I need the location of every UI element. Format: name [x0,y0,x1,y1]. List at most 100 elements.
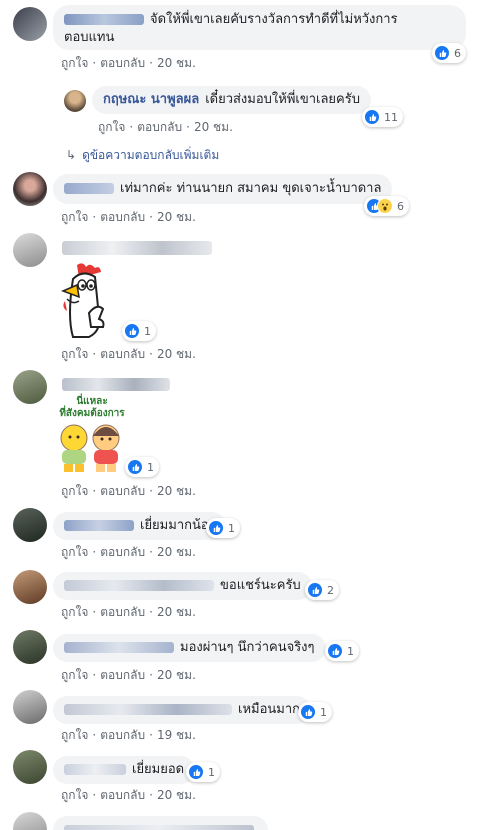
like-link[interactable]: ถูกใจ [61,605,88,619]
comment-actions: ถูกใจ · ตอบกลับ · 20 ชม. [61,668,196,682]
blurred-author-name[interactable] [64,520,134,531]
like-reaction-icon [124,323,140,339]
like-link[interactable]: ถูกใจ [61,210,88,224]
blurred-author-name[interactable] [64,704,232,715]
like-reaction-icon [307,582,323,598]
reaction-count-text: 11 [384,110,398,124]
reaction-count[interactable]: 2 [305,580,339,600]
comment-actions: ถูกใจ · ตอบกลับ · 20 ชม. [61,605,196,619]
reply-link[interactable]: ตอบกลับ [100,728,145,742]
reaction-count-text: 1 [228,521,235,535]
blurred-author-name[interactable] [64,580,214,591]
blurred-author-name[interactable] [64,825,254,830]
comment-actions: ถูกใจ · ตอบกลับ · 20 ชม. [61,210,196,224]
like-link[interactable]: ถูกใจ [61,56,88,70]
reply-link[interactable]: ตอบกลับ [100,788,145,802]
like-link[interactable]: ถูกใจ [61,668,88,682]
comment-text: เท่มากค่ะ ท่านนายก สมาคม ขุดเจาะน้ำบาดาล [120,181,382,196]
reaction-count[interactable]: 6 [432,43,466,63]
comment-bubble: เยี่ยมมากน้อง [53,512,227,540]
like-reaction-icon [364,109,380,125]
comment-actions: ถูกใจ · ตอบกลับ · 19 ชม. [61,728,196,742]
avatar[interactable] [13,570,47,604]
avatar[interactable] [13,812,47,830]
comment-text: เยี่ยมยอด [132,762,185,777]
comment-actions: ถูกใจ · ตอบกลับ · 20 ชม. [61,56,196,70]
reaction-count[interactable]: 1 [325,641,359,661]
avatar[interactable] [13,630,47,664]
like-link[interactable]: ถูกใจ [61,347,88,361]
timestamp[interactable]: 20 ชม. [157,668,196,682]
timestamp[interactable]: 20 ชม. [157,484,196,498]
comment-actions: ถูกใจ · ตอบกลับ · 20 ชม. [61,484,196,498]
reaction-count[interactable]: 1 [122,321,156,341]
reaction-count[interactable]: 6 [364,196,409,216]
comment-bubble: ขอแชร์นะครับ [53,572,312,600]
like-reaction-icon [300,704,316,720]
timestamp[interactable]: 20 ชม. [157,210,196,224]
avatar[interactable] [64,90,86,112]
like-reaction-icon [127,459,143,475]
author-name[interactable]: กฤษณะ นาพูลผล [103,92,199,107]
reaction-count-text: 6 [454,46,461,60]
reaction-count[interactable]: 1 [186,762,220,782]
timestamp[interactable]: 20 ชม. [194,120,233,134]
reaction-count-text: 1 [147,460,154,474]
avatar[interactable] [13,7,47,41]
like-reaction-icon [188,764,204,780]
reply-link[interactable]: ตอบกลับ [100,56,145,70]
reply-link[interactable]: ตอบกลับ [100,545,145,559]
blurred-author-name[interactable] [64,764,126,775]
blurred-author-name[interactable] [62,241,212,255]
rooster-sticker [55,261,125,341]
comment-text: ตอบแทน [64,30,115,45]
comment-text: เหมือนมาก [238,702,301,717]
reaction-count[interactable]: 1 [125,457,159,477]
comment-actions: ถูกใจ · ตอบกลับ · 20 ชม. [61,788,196,802]
like-link[interactable]: ถูกใจ [98,120,125,134]
reply-arrow-icon: ↳ [66,148,77,162]
timestamp[interactable]: 19 ชม. [157,728,196,742]
comment-actions: ถูกใจ · ตอบกลับ · 20 ชม. [98,120,233,134]
like-reaction-icon [208,520,224,536]
view-more-replies-link[interactable]: ↳ ดูข้อความตอบกลับเพิ่มเติม [66,146,219,165]
reply-link[interactable]: ตอบกลับ [137,120,182,134]
avatar[interactable] [13,508,47,542]
like-link[interactable]: ถูกใจ [61,788,88,802]
blurred-author-name[interactable] [62,378,170,391]
reaction-count-text: 1 [320,705,327,719]
reply-link[interactable]: ตอบกลับ [100,484,145,498]
reaction-count[interactable]: 1 [298,702,332,722]
comment-text: ขอแชร์นะครับ [220,578,301,593]
blurred-author-name[interactable] [64,14,144,25]
reaction-count-text: 1 [144,324,151,338]
wow-reaction-icon [377,198,393,214]
reply-link[interactable]: ตอบกลับ [100,347,145,361]
timestamp[interactable]: 20 ชม. [157,347,196,361]
like-link[interactable]: ถูกใจ [61,545,88,559]
reaction-count-text: 1 [347,644,354,658]
like-link[interactable]: ถูกใจ [61,484,88,498]
avatar[interactable] [13,750,47,784]
timestamp[interactable]: 20 ชม. [157,56,196,70]
reply-link[interactable]: ตอบกลับ [100,668,145,682]
comment-bubble: เหมือนมาก [53,696,312,724]
comment-bubble: เท่มากค่ะ ท่านนายก สมาคม ขุดเจาะน้ำบาดาล [53,174,393,204]
reaction-count-text: 1 [208,765,215,779]
comment-bubble: มองผ่านๆ นึกว่าคนจริงๆ [53,634,326,662]
avatar[interactable] [13,370,47,404]
avatar[interactable] [13,233,47,267]
blurred-author-name[interactable] [64,183,114,194]
timestamp[interactable]: 20 ชม. [157,605,196,619]
reply-link[interactable]: ตอบกลับ [100,605,145,619]
avatar[interactable] [13,690,47,724]
like-link[interactable]: ถูกใจ [61,728,88,742]
avatar[interactable] [13,172,47,206]
reaction-count[interactable]: 1 [206,518,240,538]
blurred-author-name[interactable] [64,642,174,653]
timestamp[interactable]: 20 ชม. [157,545,196,559]
timestamp[interactable]: 20 ชม. [157,788,196,802]
reply-link[interactable]: ตอบกลับ [100,210,145,224]
comment-text: จัดให้พี่เขาเลยคับรางวัลการทำดีที่ไม่หวั… [150,12,398,27]
reaction-count[interactable]: 11 [362,107,403,127]
